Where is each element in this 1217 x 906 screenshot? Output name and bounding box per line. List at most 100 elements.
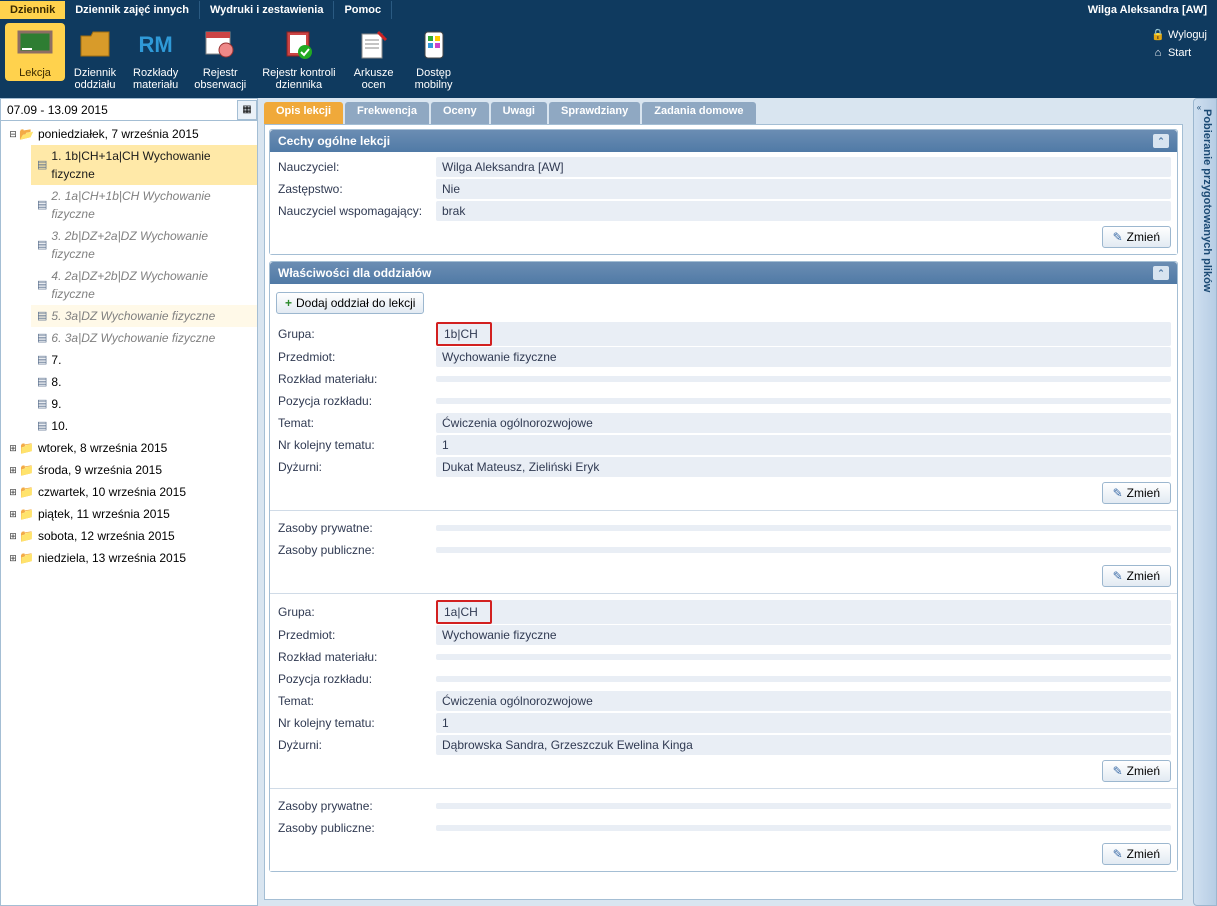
start-link[interactable]: ⌂ Start bbox=[1151, 44, 1207, 62]
page-icon: ▤ bbox=[37, 395, 47, 413]
tree-day-thursday[interactable]: ⊞📁czwartek, 10 września 2015 bbox=[1, 481, 257, 503]
tab-zadania[interactable]: Zadania domowe bbox=[642, 102, 755, 124]
ribbon-dostep-mobilny[interactable]: Dostęp mobilny bbox=[404, 23, 464, 93]
ribbon-mobilny-label: Dostęp mobilny bbox=[415, 67, 453, 91]
tree-lesson-4[interactable]: ▤4. 2a|DZ+2b|DZ Wychowanie fizyczne bbox=[31, 265, 257, 305]
folder-icon: 📁 bbox=[19, 505, 34, 523]
tree-lesson-6[interactable]: ▤6. 3a|DZ Wychowanie fizyczne bbox=[31, 327, 257, 349]
add-division-button[interactable]: +Dodaj oddział do lekcji bbox=[276, 292, 424, 314]
tree-day-monday[interactable]: ⊟ 📂 poniedziałek, 7 września 2015 bbox=[1, 123, 257, 145]
tab-oceny[interactable]: Oceny bbox=[431, 102, 489, 124]
tree-lesson-2[interactable]: ▤2. 1a|CH+1b|CH Wychowanie fizyczne bbox=[31, 185, 257, 225]
tree-day-label: piątek, 11 września 2015 bbox=[38, 505, 170, 523]
change-button[interactable]: ✎Zmień bbox=[1102, 565, 1171, 587]
tree-lesson-5[interactable]: ▤5. 3a|DZ Wychowanie fizyczne bbox=[31, 305, 257, 327]
field-value: Wychowanie fizyczne bbox=[436, 347, 1171, 367]
date-range-row: ▦ bbox=[1, 99, 257, 121]
tab-frekwencja[interactable]: Frekwencja bbox=[345, 102, 429, 124]
user-name-label: Wilga Aleksandra [AW] bbox=[1088, 4, 1207, 16]
menu-dziennik[interactable]: Dziennik bbox=[0, 1, 65, 19]
panel-body: Cechy ogólne lekcji ⌃ Nauczyciel: Wilga … bbox=[264, 124, 1183, 900]
section-properties-header: Właściwości dla oddziałów ⌃ bbox=[270, 262, 1177, 284]
change-label: Zmień bbox=[1127, 486, 1160, 500]
right-panel: Opis lekcji Frekwencja Oceny Uwagi Spraw… bbox=[258, 98, 1189, 906]
ribbon-rozklady[interactable]: RM Rozkłady materiału bbox=[125, 23, 186, 93]
field-value bbox=[436, 654, 1171, 660]
tree-lesson-label: 9. bbox=[51, 395, 61, 413]
tree-day-saturday[interactable]: ⊞📁sobota, 12 września 2015 bbox=[1, 525, 257, 547]
field-value: 1 bbox=[436, 713, 1171, 733]
tree-day-label: niedziela, 13 września 2015 bbox=[38, 549, 186, 567]
field-group: Grupa: 1b|CH bbox=[276, 322, 1171, 346]
flyout-label: Pobieranie przygotowanych plików bbox=[1201, 109, 1213, 292]
expand-icon: ⊞ bbox=[7, 527, 19, 545]
change-button[interactable]: ✎Zmień bbox=[1102, 760, 1171, 782]
tab-opis-lekcji[interactable]: Opis lekcji bbox=[264, 102, 343, 124]
tree-day-tuesday[interactable]: ⊞📁wtorek, 8 września 2015 bbox=[1, 437, 257, 459]
field-label: Dyżurni: bbox=[276, 456, 436, 478]
tree-lesson-7[interactable]: ▤7. bbox=[31, 349, 257, 371]
ribbon-obserwacji[interactable]: Rejestr obserwacji bbox=[186, 23, 254, 93]
ribbon-lekcja[interactable]: Lekcja bbox=[5, 23, 65, 81]
tree-lesson-10[interactable]: ▤10. bbox=[31, 415, 257, 437]
tree-day-label: środa, 9 września 2015 bbox=[38, 461, 162, 479]
change-button[interactable]: ✎Zmień bbox=[1102, 226, 1171, 248]
page-icon: ▤ bbox=[37, 196, 47, 214]
field-label: Grupa: bbox=[276, 323, 436, 345]
collapse-button[interactable]: ⌃ bbox=[1153, 134, 1169, 148]
tree-lesson-label: 1. 1b|CH+1a|CH Wychowanie fizyczne bbox=[51, 147, 253, 183]
logout-link[interactable]: 🔒 Wyloguj bbox=[1151, 26, 1207, 44]
folder-icon: 📁 bbox=[19, 527, 34, 545]
folder-icon: 📁 bbox=[19, 461, 34, 479]
change-label: Zmień bbox=[1127, 569, 1160, 583]
tree-day-friday[interactable]: ⊞📁piątek, 11 września 2015 bbox=[1, 503, 257, 525]
field-curriculum: Rozkład materiału: bbox=[276, 368, 1171, 390]
menu-dziennik-innych[interactable]: Dziennik zajęć innych bbox=[65, 1, 200, 19]
field-value: 1 bbox=[436, 435, 1171, 455]
ribbon-kontroli[interactable]: Rejestr kontroli dziennika bbox=[254, 23, 343, 93]
section-general-header: Cechy ogólne lekcji ⌃ bbox=[270, 130, 1177, 152]
menu-wydruki[interactable]: Wydruki i zestawienia bbox=[200, 1, 335, 19]
menu-pomoc[interactable]: Pomoc bbox=[334, 1, 392, 19]
field-topic: Temat:Ćwiczenia ogólnorozwojowe bbox=[276, 412, 1171, 434]
downloads-flyout[interactable]: « Pobieranie przygotowanych plików bbox=[1193, 98, 1217, 906]
expand-icon: ⊞ bbox=[7, 505, 19, 523]
field-label: Zasoby publiczne: bbox=[276, 539, 436, 561]
tree-day-sunday[interactable]: ⊞📁niedziela, 13 września 2015 bbox=[1, 547, 257, 569]
tab-uwagi[interactable]: Uwagi bbox=[491, 102, 547, 124]
field-label: Dyżurni: bbox=[276, 734, 436, 756]
change-button[interactable]: ✎Zmień bbox=[1102, 482, 1171, 504]
ribbon-kontroli-label: Rejestr kontroli dziennika bbox=[262, 67, 335, 91]
tree-lesson-3[interactable]: ▤3. 2b|DZ+2a|DZ Wychowanie fizyczne bbox=[31, 225, 257, 265]
page-icon: ▤ bbox=[37, 276, 47, 294]
tree-lesson-label: 10. bbox=[51, 417, 68, 435]
ribbon-arkusze[interactable]: Arkusze ocen bbox=[344, 23, 404, 93]
tree-day-wednesday[interactable]: ⊞📁środa, 9 września 2015 bbox=[1, 459, 257, 481]
date-picker-button[interactable]: ▦ bbox=[237, 100, 257, 120]
rm-icon: RM bbox=[138, 27, 174, 63]
collapse-button[interactable]: ⌃ bbox=[1153, 266, 1169, 280]
field-assisting-teacher: Nauczyciel wspomagający: brak bbox=[276, 200, 1171, 222]
tab-sprawdziany[interactable]: Sprawdziany bbox=[549, 102, 640, 124]
tree-lesson-1[interactable]: ▤1. 1b|CH+1a|CH Wychowanie fizyczne bbox=[31, 145, 257, 185]
divider bbox=[270, 788, 1177, 789]
date-range-input[interactable] bbox=[1, 101, 237, 119]
folder-icon: 📁 bbox=[19, 549, 34, 567]
chevron-up-icon: ⌃ bbox=[1157, 268, 1165, 279]
field-label: Rozkład materiału: bbox=[276, 368, 436, 390]
ribbon-dziennik-oddzialu[interactable]: Dziennik oddziału bbox=[65, 23, 125, 93]
tree-lesson-9[interactable]: ▤9. bbox=[31, 393, 257, 415]
tree-lesson-8[interactable]: ▤8. bbox=[31, 371, 257, 393]
field-value: brak bbox=[436, 201, 1171, 221]
field-label: Zasoby publiczne: bbox=[276, 817, 436, 839]
change-button[interactable]: ✎Zmień bbox=[1102, 843, 1171, 865]
field-value-container: 1a|CH bbox=[436, 600, 1171, 624]
tree-day-label: wtorek, 8 września 2015 bbox=[38, 439, 167, 457]
field-label: Przedmiot: bbox=[276, 346, 436, 368]
calendar-icon: ▦ bbox=[242, 104, 251, 115]
field-value bbox=[436, 825, 1171, 831]
field-value bbox=[436, 398, 1171, 404]
field-value: Dukat Mateusz, Zieliński Eryk bbox=[436, 457, 1171, 477]
page-icon: ▤ bbox=[37, 351, 47, 369]
field-position: Pozycja rozkładu: bbox=[276, 668, 1171, 690]
